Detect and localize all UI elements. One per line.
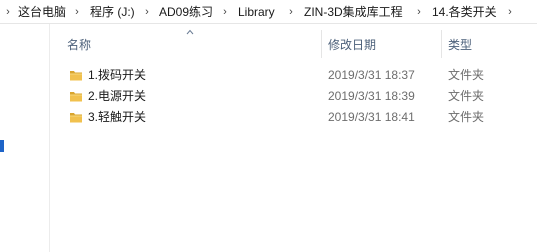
breadcrumb-item-ad09[interactable]: AD09练习: [159, 5, 213, 20]
breadcrumb-item-library[interactable]: Library: [238, 5, 275, 20]
column-header-name[interactable]: 名称: [67, 37, 91, 53]
chevron-right-icon[interactable]: ›: [505, 5, 515, 19]
file-type: 文件夹: [448, 89, 485, 103]
chevron-right-icon[interactable]: ›: [142, 5, 152, 19]
file-row[interactable]: 3.轻触开关 2019/3/31 18:41 文件夹: [64, 107, 524, 128]
chevron-right-icon[interactable]: ›: [414, 5, 424, 19]
file-type: 文件夹: [448, 68, 485, 82]
column-header-date-modified[interactable]: 修改日期: [328, 37, 376, 53]
folder-icon: [70, 71, 82, 81]
file-date-modified: 2019/3/31 18:37: [328, 68, 415, 82]
chevron-right-icon[interactable]: ›: [3, 5, 13, 19]
file-name: 3.轻触开关: [88, 110, 147, 124]
nav-item-marker: [0, 140, 4, 152]
file-row[interactable]: 2.电源开关 2019/3/31 18:39 文件夹: [64, 86, 524, 107]
navigation-pane[interactable]: [0, 24, 50, 252]
file-row[interactable]: 1.拨码开关 2019/3/31 18:37 文件夹: [64, 65, 524, 86]
sort-ascending-icon: [186, 29, 194, 35]
chevron-right-icon[interactable]: ›: [220, 5, 230, 19]
chevron-right-icon[interactable]: ›: [286, 5, 296, 19]
column-divider[interactable]: [441, 30, 442, 58]
breadcrumb-item-zin-3d[interactable]: ZIN-3D集成库工程: [304, 5, 403, 20]
file-date-modified: 2019/3/31 18:41: [328, 110, 415, 124]
chevron-right-icon[interactable]: ›: [72, 5, 82, 19]
column-header-type[interactable]: 类型: [448, 37, 472, 53]
breadcrumb-item-current-folder[interactable]: 14.各类开关: [432, 5, 497, 20]
column-divider[interactable]: [321, 30, 322, 58]
file-name: 2.电源开关: [88, 89, 147, 103]
folder-icon: [70, 113, 82, 123]
breadcrumb-item-this-pc[interactable]: 这台电脑: [18, 5, 66, 20]
breadcrumb: › 这台电脑 › 程序 (J:) › AD09练习 › Library › ZI…: [0, 0, 537, 24]
file-name: 1.拨码开关: [88, 68, 147, 82]
folder-icon: [70, 92, 82, 102]
file-date-modified: 2019/3/31 18:39: [328, 89, 415, 103]
file-type: 文件夹: [448, 110, 485, 124]
breadcrumb-item-drive[interactable]: 程序 (J:): [90, 5, 135, 20]
